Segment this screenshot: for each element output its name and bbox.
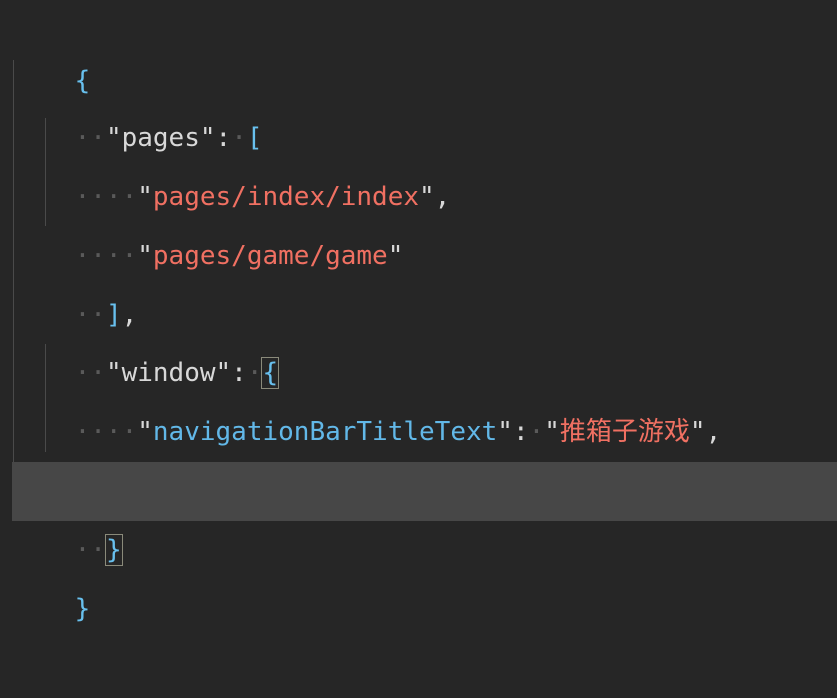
- code-line-6[interactable]: ··"window":·{: [12, 285, 837, 389]
- code-line-8[interactable]: ····"navigationBarBackgroundColor":·"#E6…: [12, 403, 837, 506]
- code-line-3[interactable]: ····"pages/index/index",: [12, 109, 837, 212]
- code-line-5[interactable]: ··],: [12, 227, 837, 330]
- code-line-9-current[interactable]: ··}: [12, 462, 837, 566]
- close-brace: }: [74, 594, 91, 624]
- code-line-10[interactable]: }: [12, 521, 837, 624]
- code-line-2[interactable]: ··"pages":·[: [12, 50, 837, 153]
- code-line-7[interactable]: ····"navigationBarTitleText":·"推箱子游戏",: [12, 344, 837, 447]
- code-editor[interactable]: { ··"pages":·[ ····"pages/index/index", …: [0, 0, 837, 624]
- code-line-1[interactable]: {: [12, 0, 837, 96]
- code-line-4[interactable]: ····"pages/game/game": [12, 168, 837, 271]
